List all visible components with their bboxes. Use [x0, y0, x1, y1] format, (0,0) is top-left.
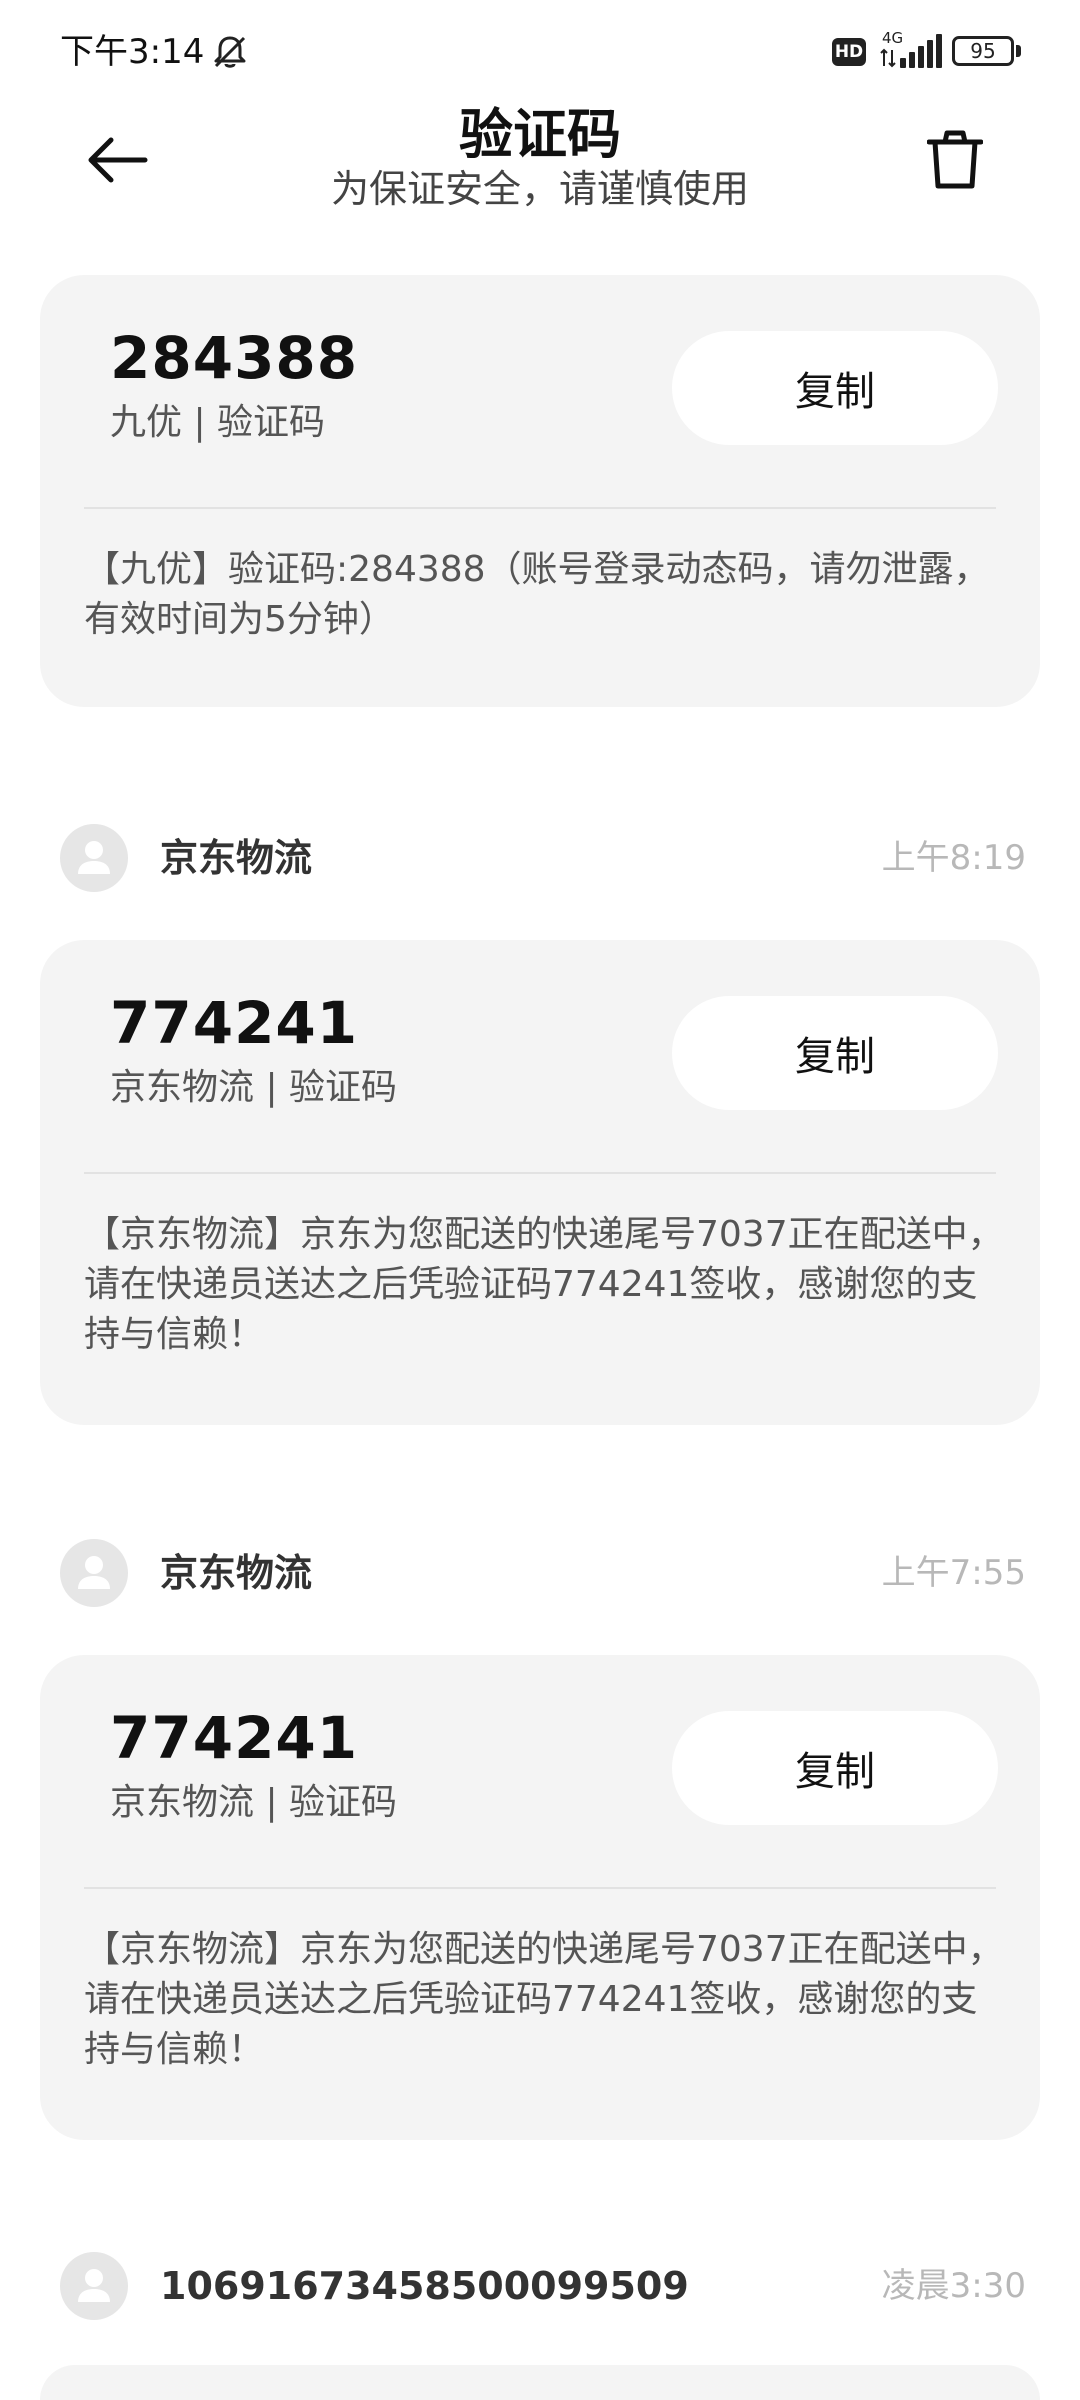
copy-button[interactable]: 复制	[672, 1711, 998, 1825]
sender-row: 10691673458500099509 凌晨3:30	[0, 2250, 1080, 2322]
avatar	[60, 1539, 128, 1607]
otp-source: 京东物流 | 验证码	[110, 1067, 398, 1108]
card-divider	[84, 1887, 996, 1889]
otp-card: 284388 九优 | 验证码 复制 【九优】验证码:284388（账号登录动态…	[40, 275, 1040, 707]
copy-button[interactable]: 复制	[672, 331, 998, 445]
person-icon	[78, 1556, 110, 1589]
avatar	[60, 2252, 128, 2320]
message-time: 凌晨3:30	[881, 2266, 1026, 2306]
otp-card: 774241 京东物流 | 验证码 复制 【京东物流】京东为您配送的快递尾号70…	[40, 940, 1040, 1425]
otp-source: 九优 | 验证码	[110, 402, 326, 443]
otp-card: 774241 京东物流 | 验证码 复制 【京东物流】京东为您配送的快递尾号70…	[40, 1655, 1040, 2140]
sender-row: 京东物流 上午8:19	[0, 822, 1080, 894]
otp-source: 京东物流 | 验证码	[110, 1782, 398, 1823]
otp-code: 774241	[110, 989, 359, 1057]
message-time: 上午7:55	[881, 1553, 1026, 1593]
hd-badge: HD	[832, 38, 866, 66]
card-divider	[84, 507, 996, 509]
sender-name: 10691673458500099509	[160, 2264, 689, 2308]
data-arrows-icon	[880, 48, 896, 68]
status-bar: 下午3:14 HD 4G 95	[0, 0, 1080, 100]
status-time: 下午3:14	[60, 32, 205, 72]
otp-code: 774241	[110, 1704, 359, 1772]
sms-body: 【京东物流】京东为您配送的快递尾号7037正在配送中，请在快递员送达之后凭验证码…	[84, 1929, 1004, 2070]
message-time: 上午8:19	[881, 838, 1026, 878]
avatar	[60, 824, 128, 892]
trash-icon	[927, 130, 983, 189]
otp-code: 284388	[110, 324, 359, 392]
copy-button[interactable]: 复制	[672, 996, 998, 1110]
signal-icon	[900, 34, 942, 68]
header: 验证码 为保证安全，请谨慎使用	[0, 100, 1080, 230]
sender-name: 京东物流	[160, 1551, 313, 1595]
sender-name: 京东物流	[160, 836, 313, 880]
battery-cap	[1016, 45, 1021, 57]
sms-body: 【九优】验证码:284388（账号登录动态码，请勿泄露，有效时间为5分钟）	[84, 549, 990, 640]
otp-card	[40, 2365, 1040, 2400]
sender-row: 京东物流 上午7:55	[0, 1537, 1080, 1609]
card-divider	[84, 1172, 996, 1174]
person-icon	[78, 2269, 110, 2302]
sms-body: 【京东物流】京东为您配送的快递尾号7037正在配送中，请在快递员送达之后凭验证码…	[84, 1214, 1004, 1355]
delete-button[interactable]	[910, 120, 1000, 200]
battery-indicator: 95	[952, 36, 1014, 66]
bell-off-icon	[214, 36, 246, 68]
person-icon	[78, 841, 110, 874]
